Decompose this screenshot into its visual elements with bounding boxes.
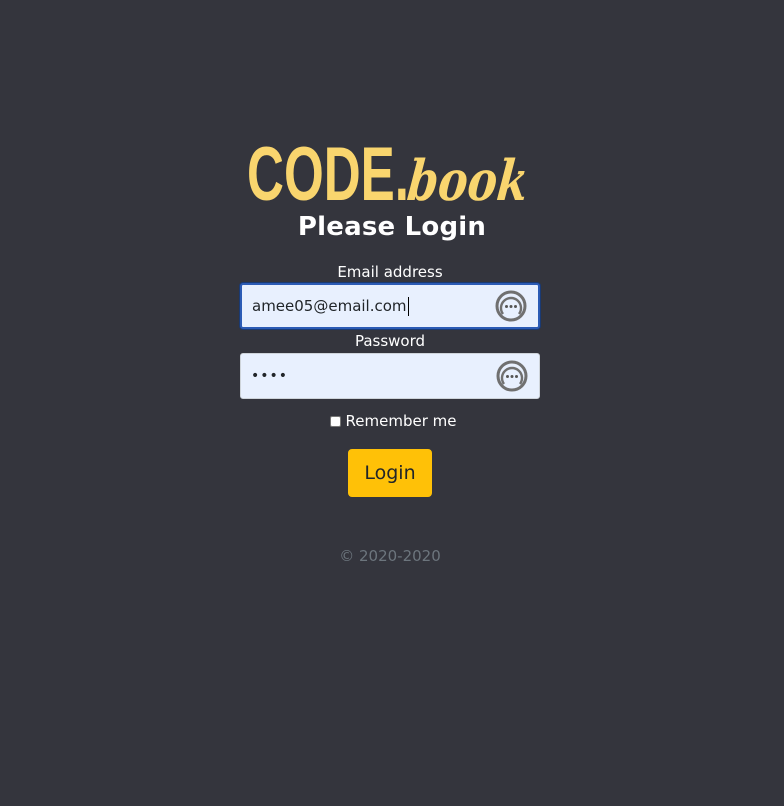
copyright-text: © 2020-2020 <box>339 547 441 565</box>
remember-me-row: Remember me <box>0 412 784 430</box>
email-label: Email address <box>337 263 443 281</box>
login-button[interactable]: Login <box>348 449 432 497</box>
password-field[interactable]: •••• <box>240 353 540 399</box>
password-value: •••• <box>251 368 289 384</box>
remember-me-label[interactable]: Remember me <box>346 412 457 430</box>
password-manager-key-icon[interactable] <box>495 359 529 393</box>
logo-book-text: book <box>404 148 531 208</box>
logo-code-text: CODE. <box>247 132 409 208</box>
codebook-logo: CODE. book <box>247 132 537 208</box>
email-value: amee05@email.com <box>252 297 407 315</box>
page-title: Please Login <box>297 212 487 242</box>
email-value-wrap: amee05@email.com <box>252 285 409 327</box>
password-manager-key-icon[interactable] <box>494 289 528 323</box>
remember-me-checkbox[interactable] <box>329 415 341 427</box>
password-label: Password <box>354 332 426 350</box>
login-page: CODE. book Please Login Email address am… <box>0 0 784 806</box>
email-field[interactable]: amee05@email.com <box>240 283 540 329</box>
text-caret <box>407 296 409 316</box>
